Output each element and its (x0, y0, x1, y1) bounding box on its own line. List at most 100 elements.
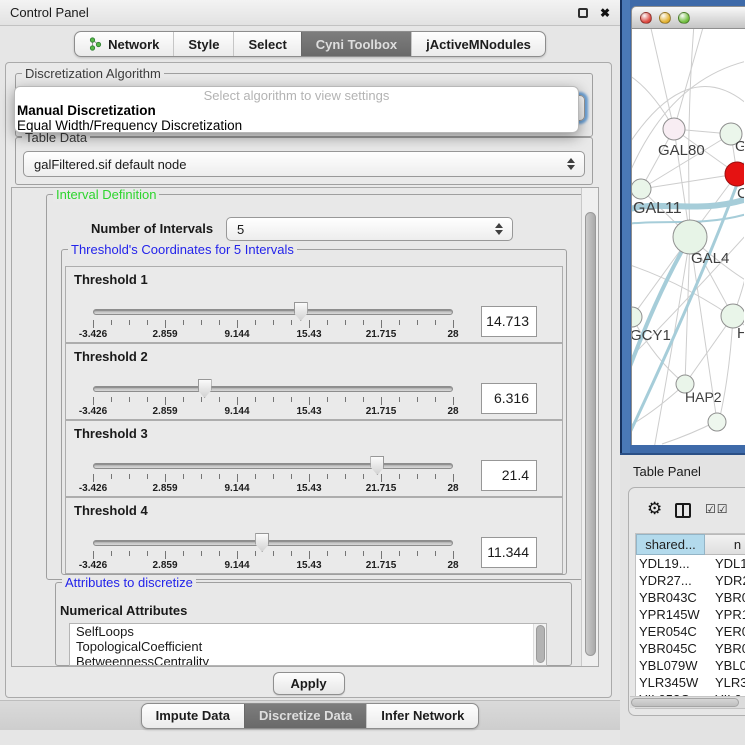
zoom-traffic-light[interactable] (678, 12, 690, 24)
tab-infer-network[interactable]: Infer Network (366, 704, 478, 728)
tab-label: jActiveMNodules (426, 37, 531, 52)
table-row[interactable]: YDL19...YDL1 (636, 555, 745, 572)
tick-mark (273, 320, 274, 325)
tab-impute-data[interactable]: Impute Data (142, 704, 244, 728)
network-edge (632, 237, 690, 377)
table-panel: Table Panel ⚙ ☑☑ shared...n YDL19...YDL1… (620, 455, 745, 745)
tick-mark (417, 551, 418, 556)
checkbox-icon[interactable]: ☑ (717, 502, 729, 516)
tab-label: Select (248, 37, 286, 52)
network-node-4[interactable] (632, 179, 651, 199)
table-row[interactable]: YBR045CYBR0 (636, 640, 745, 657)
float-panel-icon[interactable] (578, 8, 588, 18)
tab-jactivemnodules[interactable]: jActiveMNodules (411, 32, 545, 56)
tick-mark (327, 320, 328, 325)
columns-icon[interactable] (675, 503, 691, 518)
tick-label: 9.144 (224, 406, 249, 417)
tick-mark (273, 551, 274, 556)
threshold-label: Threshold 4 (74, 503, 148, 518)
network-node-6[interactable] (632, 307, 642, 327)
threshold-value-field[interactable]: 21.4 (481, 460, 537, 491)
tick-mark (147, 551, 148, 556)
tab-label: Cyni Toolbox (316, 37, 397, 52)
table-data-combo[interactable]: galFiltered.sif default node (23, 151, 585, 177)
tick-mark (255, 474, 256, 479)
gear-icon[interactable]: ⚙ (647, 499, 662, 519)
network-node-1[interactable] (663, 118, 685, 140)
tab-discretize-data[interactable]: Discretize Data (244, 704, 366, 728)
control-panel-titlebar: Control Panel ✖ (0, 0, 620, 26)
tick-mark (399, 551, 400, 556)
threshold-value-field[interactable]: 11.344 (481, 537, 537, 568)
slider-thumb[interactable] (198, 379, 212, 398)
attribute-item-selfloops[interactable]: SelfLoops (70, 624, 546, 639)
close-traffic-light[interactable] (640, 12, 652, 24)
checkbox-icons[interactable]: ☑☑ (705, 502, 729, 516)
tab-style[interactable]: Style (173, 32, 233, 56)
content-frame: Discretization Algorithm Select algorith… (5, 62, 612, 698)
slider-track[interactable] (93, 386, 453, 392)
table-row[interactable]: YBR043CYBR0 (636, 589, 745, 606)
tick-mark (453, 320, 454, 328)
tab-cyni-toolbox[interactable]: Cyni Toolbox (301, 32, 411, 56)
slider-thumb[interactable] (370, 456, 384, 475)
algorithm-option-manual-discretization[interactable]: Manual Discretization (17, 103, 576, 118)
tick-mark (309, 474, 310, 482)
network-node-3[interactable] (725, 162, 744, 186)
scrollbar-thumb[interactable] (631, 698, 739, 707)
checkbox-icon[interactable]: ☑ (705, 502, 717, 516)
top-tab-row: NetworkStyle Select Cyni Toolbox jActiveMNo… (0, 26, 620, 62)
table-row[interactable]: YLR345WYLR3 (636, 674, 745, 691)
tick-mark (453, 474, 454, 482)
algorithm-option-equal-width-frequency-discretization[interactable]: Equal Width/Frequency Discretization (17, 118, 576, 133)
column-header-shared[interactable]: shared... (636, 534, 705, 555)
table-row[interactable]: YBL079WYBL0 (636, 657, 745, 674)
slider-thumb[interactable] (294, 302, 308, 321)
tick-mark (273, 474, 274, 479)
network-window-titlebar[interactable] (631, 6, 745, 29)
scrollbar-thumb[interactable] (536, 625, 545, 663)
table-row[interactable]: YDR27...YDR2 (636, 572, 745, 589)
tick-mark (453, 397, 454, 405)
tick-mark (309, 551, 310, 559)
cell-name: YBR0 (705, 640, 745, 657)
table-row[interactable]: YER054CYER0 (636, 623, 745, 640)
close-icon[interactable]: ✖ (600, 8, 610, 18)
column-header-n[interactable]: n (705, 534, 745, 555)
attribute-item-topologicalcoefficient[interactable]: TopologicalCoefficient (70, 639, 546, 654)
slider-thumb[interactable] (255, 533, 269, 552)
tab-select[interactable]: Select (233, 32, 300, 56)
network-canvas[interactable]: GAL80GAGAL11CGAL4GCY1HHAP2 (631, 29, 745, 445)
attribute-list-scrollbar[interactable] (533, 624, 546, 665)
apply-button[interactable]: Apply (273, 672, 345, 695)
number-of-intervals-combo[interactable]: 5 (226, 217, 513, 241)
tick-label: 15.43 (296, 560, 321, 571)
threshold-value-field[interactable]: 14.713 (481, 306, 537, 337)
tick-mark (93, 551, 94, 559)
cell-name: YDL1 (705, 555, 745, 572)
slider-track[interactable] (93, 463, 453, 469)
tick-mark (345, 320, 346, 325)
horizontal-scrollbar[interactable] (630, 696, 745, 708)
minimize-traffic-light[interactable] (659, 12, 671, 24)
table-panel-box: ⚙ ☑☑ shared...n YDL19...YDL1YDR27...YDR2… (628, 487, 745, 716)
tick-label: 2.859 (152, 329, 177, 340)
scrollbar-thumb[interactable] (585, 212, 596, 656)
tick-label: 2.859 (152, 483, 177, 494)
node-label-hap2: HAP2 (685, 389, 722, 405)
tab-network[interactable]: Network (75, 32, 173, 56)
tick-mark (201, 397, 202, 402)
threshold-value-field[interactable]: 6.316 (481, 383, 537, 414)
thresholds-group: Threshold's Coordinates for 5 Intervals … (61, 249, 567, 575)
slider-track[interactable] (93, 540, 453, 546)
tick-mark (291, 397, 292, 402)
tick-label: -3.426 (79, 560, 107, 571)
slider-track[interactable] (93, 309, 453, 315)
table-row[interactable]: YPR145WYPR1 (636, 606, 745, 623)
tick-mark (291, 551, 292, 556)
vertical-scrollbar[interactable] (581, 188, 598, 666)
network-node-5[interactable] (673, 220, 707, 254)
interval-definition-group: Interval Definition Number of Intervals … (46, 194, 584, 580)
network-node-9[interactable] (708, 413, 726, 431)
attribute-item-betweennesscentrality[interactable]: BetweennessCentrality (70, 654, 546, 666)
